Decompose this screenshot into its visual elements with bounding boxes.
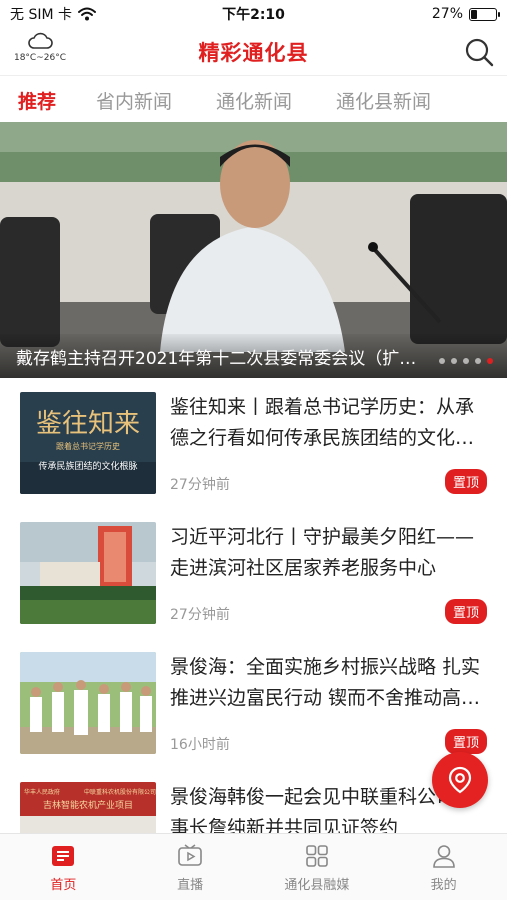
nav-label: 通化县融媒 xyxy=(284,878,350,893)
tab-tonghua-news[interactable]: 通化新闻 xyxy=(216,87,292,114)
news-thumbnail: 鉴往知来 跟着总书记学历史 传承民族团结的文化根脉 xyxy=(20,392,156,494)
news-item[interactable]: 景俊海：全面实施乡村振兴战略 扎实推进兴边富民行动 锲而不舍推动高质量发展 16… xyxy=(0,638,507,768)
tab-county-news[interactable]: 通化县新闻 xyxy=(336,87,431,114)
news-thumbnail xyxy=(20,522,156,624)
search-icon xyxy=(465,38,494,67)
status-bar: 无 SIM 卡 下午2:10 27% xyxy=(0,0,507,28)
thumb-sub-text: 跟着总书记学历史 xyxy=(56,441,120,451)
thumbnail-image: 鉴往知来 跟着总书记学历史 传承民族团结的文化根脉 xyxy=(20,392,156,494)
battery-icon xyxy=(469,7,500,21)
banner-caption: 戴存鹤主持召开2021年第十二次县委常委会议（扩大）会议 xyxy=(16,348,426,369)
nav-home[interactable]: 首页 xyxy=(0,834,127,900)
news-item[interactable]: 鉴往知来 跟着总书记学历史 传承民族团结的文化根脉 鉴往知来丨跟着总书记学历史：… xyxy=(0,378,507,508)
weather-widget[interactable]: 18°C~26°C xyxy=(10,30,70,63)
carousel-dot[interactable] xyxy=(475,358,481,364)
news-title[interactable]: 鉴往知来丨跟着总书记学历史：从承德之行看如何传承民族团结的文化根脉 xyxy=(170,392,487,454)
news-item[interactable]: 华丰人民政府 中联重科农机股份有限公司 吉林智能农机产业项目 景俊海韩俊一起会见… xyxy=(0,768,507,833)
nav-profile[interactable]: 我的 xyxy=(380,834,507,900)
grid-apps-icon xyxy=(306,845,328,867)
app-title: 精彩通化县 xyxy=(198,40,309,65)
news-home-icon xyxy=(52,846,75,866)
news-time: 27分钟前 xyxy=(170,607,230,623)
carousel-dot[interactable] xyxy=(439,358,445,364)
location-pin-icon xyxy=(448,766,472,794)
news-title[interactable]: 景俊海：全面实施乡村振兴战略 扎实推进兴边富民行动 锲而不舍推动高质量发展 xyxy=(170,652,487,714)
bottom-nav: 首页 直播 通化县融媒 我的 xyxy=(0,833,507,900)
nav-label: 首页 xyxy=(50,878,77,893)
banner-caption-bar: 戴存鹤主持召开2021年第十二次县委常委会议（扩大）会议 xyxy=(0,334,507,378)
news-body: 鉴往知来丨跟着总书记学历史：从承德之行看如何传承民族团结的文化根脉 27分钟前 … xyxy=(170,392,487,508)
news-title[interactable]: 习近平河北行丨守护最美夕阳红——走进滨河社区居家养老服务中心 xyxy=(170,522,487,584)
thumb-big-text: 鉴往知来 xyxy=(36,409,140,439)
thumb-left-text: 华丰人民政府 xyxy=(24,788,60,796)
nav-live[interactable]: 直播 xyxy=(127,834,254,900)
news-thumbnail xyxy=(20,652,156,754)
carousel-dots xyxy=(439,358,493,364)
nav-label: 我的 xyxy=(430,878,457,893)
news-body: 习近平河北行丨守护最美夕阳红——走进滨河社区居家养老服务中心 27分钟前 置顶 xyxy=(170,522,487,638)
news-list: 鉴往知来 跟着总书记学历史 传承民族团结的文化根脉 鉴往知来丨跟着总书记学历史：… xyxy=(0,378,507,833)
status-right: 27% xyxy=(431,6,500,22)
nav-label: 直播 xyxy=(177,878,204,893)
carrier-label: 无 SIM 卡 xyxy=(10,7,72,23)
news-time: 27分钟前 xyxy=(170,477,230,493)
carousel-dot[interactable] xyxy=(463,358,469,364)
news-body: 景俊海：全面实施乡村振兴战略 扎实推进兴边富民行动 锲而不舍推动高质量发展 16… xyxy=(170,652,487,768)
live-video-icon xyxy=(178,844,202,866)
news-time: 16小时前 xyxy=(170,737,230,753)
thumb-mid-text: 吉林智能农机产业项目 xyxy=(43,799,133,811)
news-thumbnail: 华丰人民政府 中联重科农机股份有限公司 吉林智能农机产业项目 xyxy=(20,782,156,833)
status-left: 无 SIM 卡 xyxy=(10,4,96,24)
battery-percent: 27% xyxy=(431,6,463,22)
carousel-dot[interactable] xyxy=(451,358,457,364)
carousel-dot[interactable] xyxy=(487,358,493,364)
user-profile-icon xyxy=(432,845,455,868)
tab-recommend[interactable]: 推荐 xyxy=(18,87,56,114)
thumbnail-image: 华丰人民政府 中联重科农机股份有限公司 吉林智能农机产业项目 xyxy=(20,782,156,833)
pinned-badge: 置顶 xyxy=(444,469,487,494)
news-item[interactable]: 习近平河北行丨守护最美夕阳红——走进滨河社区居家养老服务中心 27分钟前 置顶 xyxy=(0,508,507,638)
search-button[interactable] xyxy=(463,36,495,68)
tab-province-news[interactable]: 省内新闻 xyxy=(96,87,172,114)
pinned-badge: 置顶 xyxy=(444,729,487,754)
thumbnail-image xyxy=(20,522,156,624)
pinned-badge: 置顶 xyxy=(444,599,487,624)
thumb-right-text: 中联重科农机股份有限公司 xyxy=(84,788,156,796)
category-tabs: 推荐 省内新闻 通化新闻 通化县新闻 xyxy=(0,80,507,120)
cloud-icon xyxy=(28,32,53,49)
battery-fill xyxy=(471,9,477,19)
thumb-foot-text: 传承民族团结的文化根脉 xyxy=(38,460,137,472)
app-header: 18°C~26°C 精彩通化县 xyxy=(0,28,507,76)
thumbnail-image xyxy=(20,652,156,754)
wifi-icon xyxy=(78,7,96,21)
weather-temp: 18°C~26°C xyxy=(13,53,66,63)
location-button[interactable] xyxy=(432,752,488,808)
nav-media[interactable]: 通化县融媒 xyxy=(254,834,381,900)
banner-carousel[interactable]: 戴存鹤主持召开2021年第十二次县委常委会议（扩大）会议 xyxy=(0,122,507,378)
